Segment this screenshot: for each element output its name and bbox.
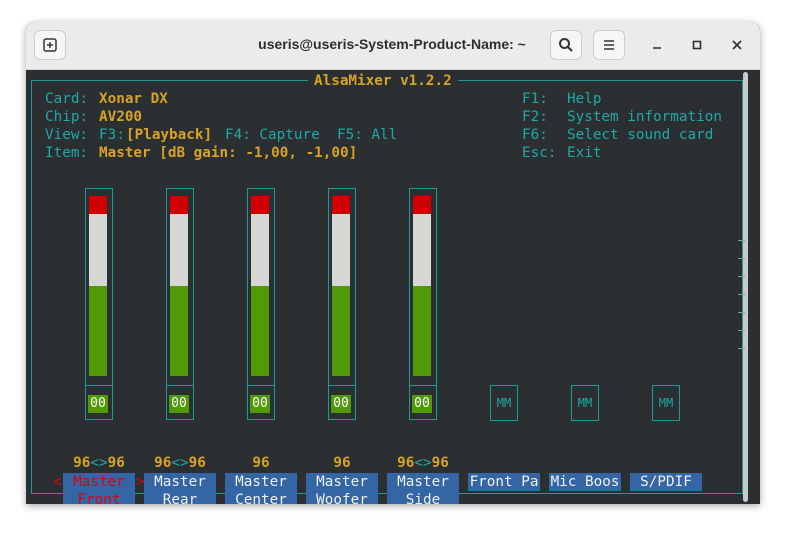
mute-status[interactable]: 00 — [250, 395, 270, 413]
volume-bar-headroom — [170, 214, 188, 286]
item-label: Item: — [45, 145, 89, 161]
scrollbar[interactable] — [743, 72, 748, 502]
volume-bar-level — [170, 286, 188, 376]
item-value: Master [dB gain: -1,00, -1,00] — [99, 145, 358, 161]
volume-bar-level — [413, 286, 431, 376]
view-f3: F3: — [99, 127, 125, 143]
switch-front-panel-status[interactable]: MM — [490, 385, 518, 421]
channel-label-master-side[interactable]: Master Side — [387, 473, 459, 504]
channel-value: 96<>96 — [73, 455, 125, 471]
channel-value: 96<>96 — [397, 455, 449, 471]
volume-bar-peak — [170, 196, 188, 214]
search-button[interactable] — [550, 30, 582, 60]
terminal-window: useris@useris-System-Product-Name: ~ Als — [26, 22, 760, 504]
volume-bar-headroom — [251, 214, 269, 286]
switch-label-spdif[interactable]: S/PDIF — [630, 473, 702, 491]
volume-bar-peak — [89, 196, 107, 214]
channel-master-rear[interactable]: 00 — [166, 188, 194, 420]
mute-status[interactable]: 00 — [169, 395, 189, 413]
card-value: Xonar DX — [99, 91, 168, 107]
volume-bar-level — [251, 286, 269, 376]
switch-label-mic-boost[interactable]: Mic Boos — [549, 473, 621, 491]
view-capture[interactable]: F4: Capture — [225, 126, 320, 144]
switch-mic-boost-status[interactable]: MM — [571, 385, 599, 421]
search-icon — [559, 38, 573, 52]
switch-spdif-status[interactable]: MM — [652, 385, 680, 421]
channel-value: 96<>96 — [154, 455, 206, 471]
mixer-title: AlsaMixer v1.2.2 — [308, 72, 458, 90]
maximize-icon — [692, 40, 702, 50]
key-f2: F2: — [522, 109, 548, 125]
window-title: useris@useris-System-Product-Name: ~ — [258, 36, 526, 52]
chip-value: AV200 — [99, 109, 143, 125]
new-tab-button[interactable] — [34, 30, 66, 60]
channel-master-front[interactable]: 00 — [85, 188, 113, 420]
channel-value: 96 — [252, 455, 270, 471]
key-esc: Esc: — [522, 145, 557, 161]
mute-status[interactable]: 00 — [88, 395, 108, 413]
key-f1: F1: — [522, 91, 548, 107]
volume-bar-level — [89, 286, 107, 376]
mute-status[interactable]: 00 — [331, 395, 351, 413]
key-help: Help — [567, 91, 602, 107]
key-exit: Exit — [567, 145, 602, 161]
terminal-area[interactable]: AlsaMixer v1.2.2 Card: Xonar DX Chip: AV… — [26, 70, 760, 504]
channel-master-center[interactable]: 00 — [247, 188, 275, 420]
volume-bar-peak — [332, 196, 350, 214]
channel-label-master-rear[interactable]: Master Rear — [144, 473, 216, 504]
view-label: View: — [45, 127, 89, 143]
minimize-icon — [653, 47, 661, 49]
switch-label-front-panel[interactable]: Front Pa — [468, 473, 540, 491]
view-playback[interactable]: [Playback] — [126, 126, 212, 144]
channel-value: 96 — [333, 455, 351, 471]
close-icon — [732, 40, 742, 50]
channel-master-woofer[interactable]: 00 — [328, 188, 356, 420]
minimize-button[interactable] — [645, 33, 669, 57]
channel-label-master-front[interactable]: Master Front — [63, 473, 135, 504]
channel-label-master-woofer[interactable]: Master Woofer — [306, 473, 378, 504]
key-f6: F6: — [522, 127, 548, 143]
key-select-card: Select sound card — [567, 127, 714, 143]
selection-marker-left: < — [53, 474, 62, 490]
mute-status[interactable]: 00 — [412, 395, 432, 413]
hamburger-menu-icon — [604, 40, 614, 50]
volume-bar-headroom — [413, 214, 431, 286]
chip-label: Chip: — [45, 109, 89, 125]
menu-button[interactable] — [593, 30, 625, 60]
key-system-info: System information — [567, 109, 722, 125]
channel-label-master-center[interactable]: Master Center — [225, 473, 297, 504]
volume-bar-headroom — [332, 214, 350, 286]
new-tab-icon — [43, 38, 57, 52]
volume-bar-peak — [413, 196, 431, 214]
volume-bar-peak — [251, 196, 269, 214]
maximize-button[interactable] — [685, 33, 709, 57]
card-label: Card: — [45, 91, 89, 107]
volume-bar-headroom — [89, 214, 107, 286]
channel-master-side[interactable]: 00 — [409, 188, 437, 420]
view-all[interactable]: F5: All — [337, 126, 397, 144]
close-button[interactable] — [725, 33, 749, 57]
title-bar: useris@useris-System-Product-Name: ~ — [26, 22, 760, 70]
volume-bar-level — [332, 286, 350, 376]
